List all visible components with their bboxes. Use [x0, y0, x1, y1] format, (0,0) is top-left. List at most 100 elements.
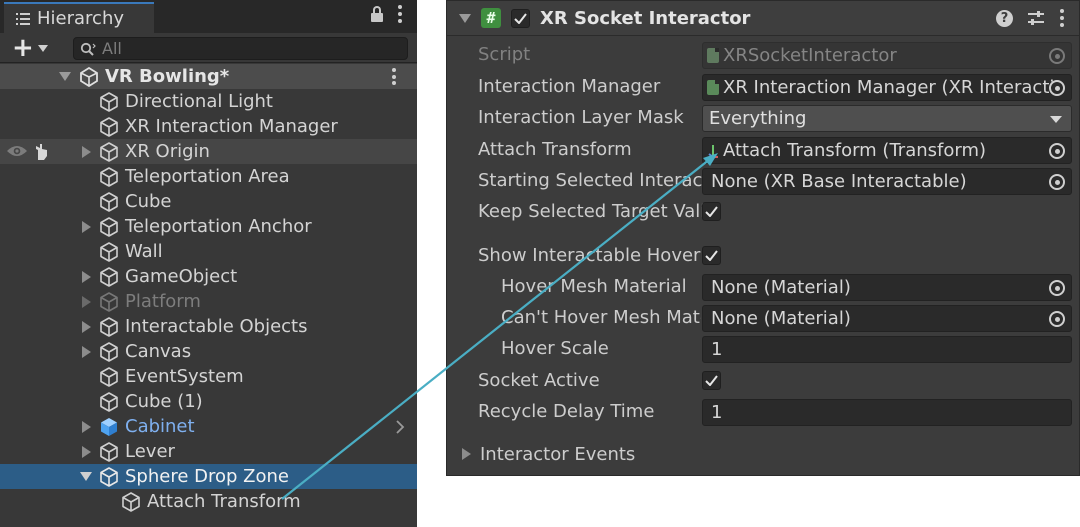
hierarchy-item-teleportation-area[interactable]: Teleportation Area	[0, 164, 417, 189]
hierarchy-item-teleportation-anchor[interactable]: Teleportation Anchor	[0, 214, 417, 239]
expand-arrow-icon[interactable]	[81, 445, 91, 458]
gameobject-icon	[100, 291, 118, 312]
chevron-down-icon	[37, 44, 48, 52]
hierarchy-item-cabinet[interactable]: Cabinet	[0, 414, 417, 439]
prop-show-interactable-hover-meshes: Show Interactable Hover Meshes	[447, 242, 1079, 271]
hierarchy-item-canvas[interactable]: Canvas	[0, 339, 417, 364]
field-value: Attach Transform (Transform)	[723, 140, 987, 161]
hierarchy-item-lever[interactable]: Lever	[0, 439, 417, 464]
expand-arrow-icon[interactable]	[81, 220, 91, 233]
expand-arrow-icon[interactable]	[81, 420, 91, 433]
object-picker-icon	[1049, 48, 1065, 64]
chevron-right-icon[interactable]	[396, 420, 405, 434]
hierarchy-item-label: GameObject	[125, 266, 238, 287]
create-button[interactable]: +	[12, 33, 48, 63]
component-header[interactable]: # XR Socket Interactor ?	[447, 1, 1079, 36]
cant-hover-mesh-material-field[interactable]: None (Material)	[702, 305, 1072, 332]
expand-arrow-icon[interactable]	[59, 72, 71, 81]
hierarchy-item-label: Cube	[125, 191, 172, 212]
hierarchy-item-directional-light[interactable]: Directional Light	[0, 89, 417, 114]
object-picker-icon[interactable]	[1049, 311, 1065, 327]
expand-arrow-icon[interactable]	[81, 145, 91, 158]
search-input[interactable]	[102, 39, 402, 58]
component-enabled-checkbox[interactable]	[511, 8, 530, 28]
expand-arrow-icon[interactable]	[80, 472, 92, 481]
foldout-arrow-icon[interactable]	[462, 448, 471, 460]
help-icon[interactable]: ?	[996, 9, 1013, 27]
gameobject-icon	[100, 316, 118, 337]
starting-selected-interactable-field[interactable]: None (XR Base Interactable)	[702, 168, 1072, 195]
checkmark-icon	[514, 12, 527, 24]
hierarchy-item-gameobject[interactable]: GameObject	[0, 264, 417, 289]
field-value: None (XR Base Interactable)	[711, 171, 967, 192]
interaction-manager-field[interactable]: XR Interaction Manager (XR Interacti	[702, 74, 1072, 101]
object-picker-icon[interactable]	[1049, 174, 1065, 190]
expand-arrow-icon[interactable]	[81, 295, 91, 308]
prop-attach-transform: Attach Transform Attach Transform (Trans…	[447, 136, 1079, 165]
hierarchy-item-label: Interactable Objects	[125, 316, 308, 337]
script-hash-icon: #	[481, 8, 501, 28]
list-icon	[16, 12, 30, 25]
hierarchy-item-sphere-drop-zone[interactable]: Sphere Drop Zone	[0, 464, 417, 489]
object-picker-icon[interactable]	[1049, 280, 1065, 296]
visibility-eye-icon[interactable]	[6, 144, 28, 158]
prop-label: Script	[478, 44, 531, 65]
interaction-layer-mask-dropdown[interactable]: Everything	[702, 105, 1072, 132]
prop-hover-mesh-material: Hover Mesh Material None (Material)	[447, 273, 1079, 302]
hierarchy-item-wall[interactable]: Wall	[0, 239, 417, 264]
checkmark-icon	[705, 375, 718, 386]
gameobject-icon	[100, 141, 118, 162]
component-menu-icon[interactable]	[1059, 9, 1065, 27]
hierarchy-panel: Hierarchy + VR Bowling*	[0, 0, 417, 527]
hierarchy-item-eventsystem[interactable]: EventSystem	[0, 364, 417, 389]
hover-scale-input[interactable]: 1	[702, 336, 1072, 363]
hierarchy-item-cube[interactable]: Cube	[0, 189, 417, 214]
gameobject-icon	[100, 441, 118, 462]
scene-row[interactable]: VR Bowling*	[0, 64, 417, 89]
gameobject-icon	[122, 491, 140, 512]
pickable-hand-icon[interactable]	[32, 142, 52, 162]
plus-icon: +	[12, 33, 34, 63]
expand-arrow-icon[interactable]	[81, 320, 91, 333]
hierarchy-item-xr-origin[interactable]: XR Origin	[0, 139, 417, 164]
expand-arrow-icon[interactable]	[81, 345, 91, 358]
socket-active-checkbox[interactable]	[702, 371, 721, 390]
gameobject-icon	[100, 391, 118, 412]
attach-transform-field[interactable]: Attach Transform (Transform)	[702, 137, 1072, 164]
tab-hierarchy[interactable]: Hierarchy	[4, 2, 154, 33]
hierarchy-item-label: Directional Light	[125, 91, 273, 112]
keep-selected-checkbox[interactable]	[702, 202, 721, 221]
hierarchy-item-cube-1[interactable]: Cube (1)	[0, 389, 417, 414]
object-picker-icon[interactable]	[1049, 143, 1065, 159]
foldout-arrow-icon[interactable]	[459, 13, 471, 23]
object-picker-icon[interactable]	[1049, 80, 1065, 96]
lock-icon[interactable]	[371, 6, 383, 22]
interactor-events-label: Interactor Events	[480, 443, 636, 465]
hierarchy-item-label: Teleportation Anchor	[125, 216, 312, 237]
expand-arrow-icon[interactable]	[81, 270, 91, 283]
field-value: XR Interaction Manager (XR Interacti	[723, 77, 1055, 98]
hierarchy-item-platform[interactable]: Platform	[0, 289, 417, 314]
search-field[interactable]	[73, 37, 408, 60]
scene-name: VR Bowling*	[105, 66, 230, 87]
recycle-delay-time-input[interactable]: 1	[702, 399, 1072, 426]
scene-menu-icon[interactable]	[391, 68, 397, 85]
prop-label: Interaction Manager	[478, 76, 661, 97]
hierarchy-item-label: Cube (1)	[125, 391, 203, 412]
hover-mesh-material-field[interactable]: None (Material)	[702, 274, 1072, 301]
gameobject-icon	[100, 191, 118, 212]
prop-label: Show Interactable Hover Meshes	[478, 245, 703, 266]
field-value: None (Material)	[711, 308, 851, 329]
hierarchy-item-attach-transform[interactable]: Attach Transform	[0, 489, 417, 514]
show-hover-checkbox[interactable]	[702, 246, 721, 265]
hierarchy-item-xr-interaction-manager[interactable]: XR Interaction Manager	[0, 114, 417, 139]
interactor-events-foldout[interactable]: Interactor Events	[447, 441, 1079, 467]
transform-icon	[708, 144, 718, 158]
prop-label: Interaction Layer Mask	[478, 107, 684, 128]
field-value: None (Material)	[711, 277, 851, 298]
gameobject-icon	[100, 116, 118, 137]
hierarchy-item-interactable-objects[interactable]: Interactable Objects	[0, 314, 417, 339]
tab-menu-icon[interactable]	[397, 5, 403, 23]
prop-label: Recycle Delay Time	[478, 401, 655, 422]
preset-sliders-icon[interactable]	[1027, 10, 1045, 26]
